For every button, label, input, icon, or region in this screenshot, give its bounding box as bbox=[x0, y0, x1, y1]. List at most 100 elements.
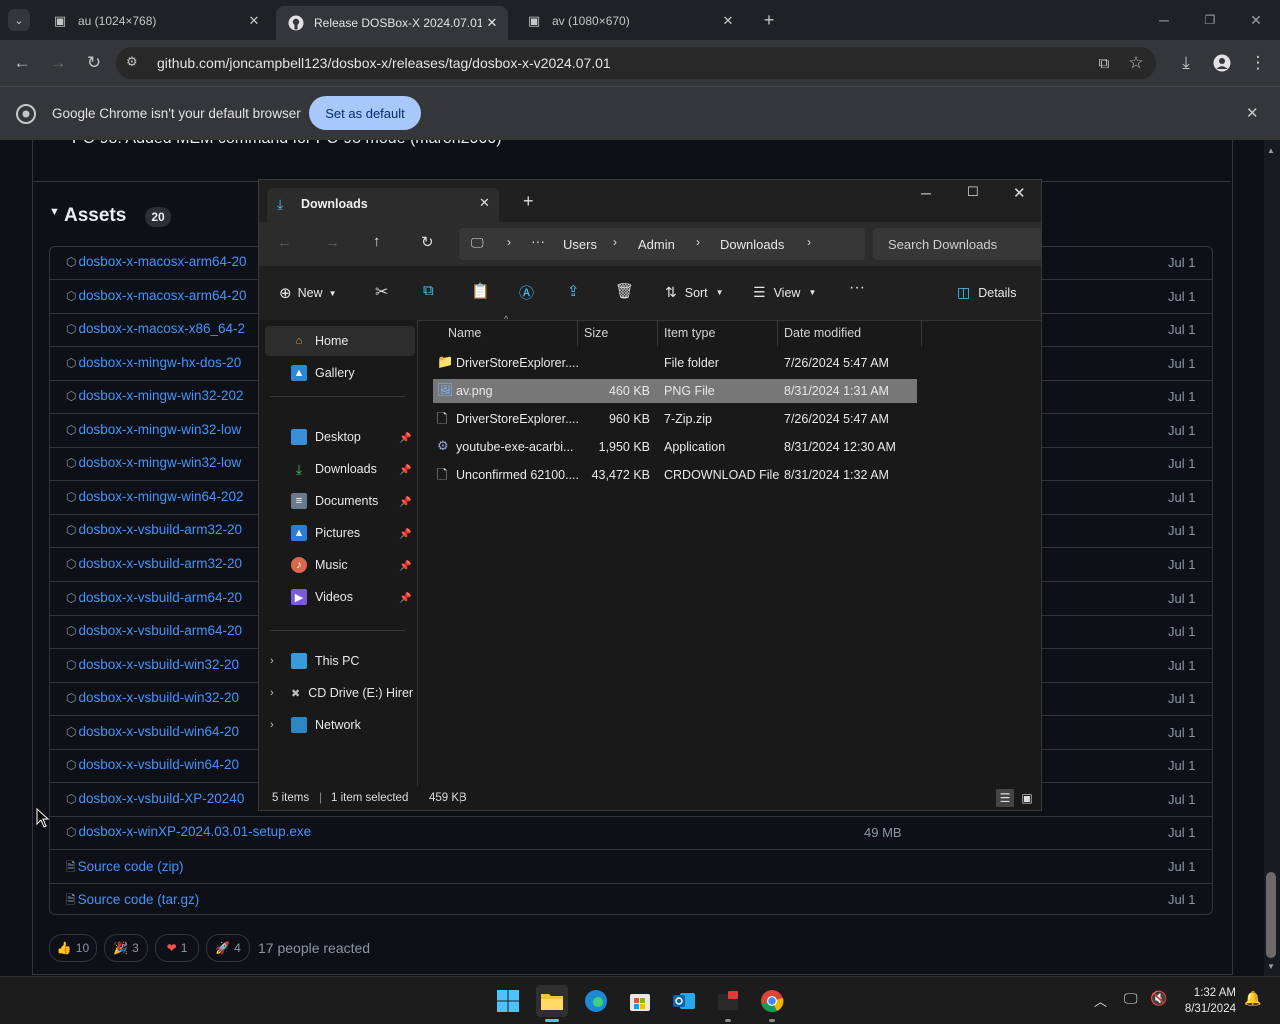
asset-link[interactable]: ⬡ dosbox-x-vsbuild-win32-20 bbox=[66, 690, 239, 705]
reaction-heart[interactable]: ❤ 1 bbox=[155, 934, 199, 962]
page-scrollbar[interactable]: ▲ ▼ bbox=[1264, 140, 1280, 976]
breadcrumb-downloads[interactable]: Downloads bbox=[720, 237, 784, 252]
source-code-link[interactable]: 🗎 Source code (zip) bbox=[66, 858, 183, 879]
explorer-tab[interactable]: ⤓ Downloads ✕ bbox=[267, 188, 499, 222]
minimize-button[interactable]: ─ bbox=[1150, 8, 1178, 32]
asset-link[interactable]: ⬡ dosbox-x-macosx-x86_64-2 bbox=[66, 321, 245, 336]
network-status-icon[interactable]: 🖵 bbox=[1124, 990, 1138, 1007]
column-separator[interactable] bbox=[777, 320, 778, 346]
asset-link[interactable]: ⬡ dosbox-x-vsbuild-XP-20240 bbox=[66, 791, 244, 806]
reaction-rocket[interactable]: 🚀 4 bbox=[206, 934, 250, 962]
new-button[interactable]: ⊕ New ▼ bbox=[279, 284, 337, 302]
close-window-button[interactable]: ✕ bbox=[1242, 8, 1270, 32]
asset-link[interactable]: ⬡ dosbox-x-vsbuild-arm64-20 bbox=[66, 590, 242, 605]
explorer-minimize-button[interactable]: ─ bbox=[921, 185, 931, 201]
tab-search-dropdown[interactable]: ⌄ bbox=[8, 9, 30, 31]
scroll-up-arrow-icon[interactable]: ▲ bbox=[1267, 146, 1275, 155]
site-info-icon[interactable]: ⚙ bbox=[126, 54, 138, 70]
start-button[interactable] bbox=[492, 985, 524, 1017]
nav-music[interactable]: ♪ Music bbox=[291, 557, 348, 573]
tab-au[interactable]: ▣ au (1024×768) ✕ bbox=[40, 6, 270, 36]
asset-link[interactable]: ⬡ dosbox-x-macosx-arm64-20 bbox=[66, 288, 247, 303]
asset-link[interactable]: ⬡ dosbox-x-vsbuild-win64-20 bbox=[66, 724, 239, 739]
view-button[interactable]: ☰ View ▼ bbox=[753, 284, 816, 301]
volume-icon[interactable]: 🔇 bbox=[1150, 990, 1167, 1007]
file-row[interactable]: 🗋 DriverStoreExplorer.... 960 KB 7-Zip.zip 7… bbox=[433, 407, 917, 431]
file-row[interactable]: 📁 DriverStoreExplorer.... File folder 7/26/… bbox=[433, 351, 917, 375]
pin-icon[interactable]: 📌 bbox=[399, 593, 411, 604]
column-header-size[interactable]: Size bbox=[584, 326, 608, 340]
tab-release[interactable]: Release DOSBox-X 2024.07.01 · ✕ bbox=[276, 6, 508, 40]
nav-downloads[interactable]: ⤓ Downloads bbox=[291, 461, 377, 477]
clock[interactable]: 1:32 AM 8/31/2024 bbox=[1168, 985, 1236, 1017]
tab-av[interactable]: ▣ av (1080×670) ✕ bbox=[514, 6, 744, 36]
asset-link[interactable]: ⬡ dosbox-x-winXP-2024.03.01-setup.exe bbox=[66, 824, 311, 839]
explorer-close-button[interactable]: ✕ bbox=[1013, 184, 1026, 202]
asset-link[interactable]: ⬡ dosbox-x-macosx-arm64-20 bbox=[66, 254, 247, 269]
new-tab-button[interactable]: + bbox=[758, 9, 780, 31]
delete-icon[interactable]: 🗑 bbox=[615, 282, 634, 300]
tiles-view-icon[interactable]: ▣ bbox=[1018, 789, 1036, 807]
close-tab-icon[interactable]: ✕ bbox=[479, 195, 490, 211]
reaction-tada[interactable]: 🎉 3 bbox=[104, 934, 148, 962]
breadcrumb-users[interactable]: Users bbox=[563, 237, 597, 252]
share-icon[interactable]: ⇪ bbox=[567, 282, 580, 300]
column-separator[interactable] bbox=[657, 320, 658, 346]
nav-cd-drive[interactable]: ✖ CD Drive (E:) Hiren' bbox=[291, 685, 413, 701]
asset-link[interactable]: ⬡ dosbox-x-vsbuild-arm32-20 bbox=[66, 522, 242, 537]
pin-icon[interactable]: 📌 bbox=[399, 529, 411, 540]
pin-icon[interactable]: 📌 bbox=[399, 497, 411, 508]
file-explorer-taskbar-icon[interactable] bbox=[536, 985, 568, 1022]
show-hidden-icons-chevron-icon[interactable]: ︿ bbox=[1094, 991, 1107, 1010]
scroll-down-arrow-icon[interactable]: ▼ bbox=[1267, 962, 1275, 971]
set-as-default-button[interactable]: Set as default bbox=[309, 96, 421, 130]
file-row[interactable]: 🗋 Unconfirmed 62100.... 43,472 KB CRDOWNLOA… bbox=[433, 463, 917, 487]
details-pane-button[interactable]: ◫ Details bbox=[957, 284, 1016, 301]
explorer-back-button[interactable]: ← bbox=[277, 234, 292, 251]
menu-icon[interactable]: ⋮ bbox=[1246, 51, 1270, 75]
reload-button[interactable]: ↻ bbox=[82, 51, 106, 75]
downloads-icon[interactable]: ⤓ bbox=[1174, 51, 1198, 75]
close-infobar-icon[interactable]: ✕ bbox=[1246, 104, 1259, 122]
asset-link[interactable]: ⬡ dosbox-x-mingw-win32-low bbox=[66, 455, 241, 470]
pin-icon[interactable]: 📌 bbox=[399, 433, 411, 444]
close-icon[interactable]: ✕ bbox=[482, 15, 502, 31]
expand-chevron-icon[interactable]: › bbox=[270, 687, 274, 699]
file-row-selected[interactable]: 🖼 av.png 460 KB PNG File 8/31/2024 1:31 AM bbox=[433, 379, 917, 403]
nav-home[interactable]: ⌂ Home bbox=[291, 333, 349, 349]
media-app-taskbar-icon[interactable] bbox=[712, 985, 744, 1022]
sort-button[interactable]: ⇅ Sort ▼ bbox=[665, 284, 724, 301]
pin-icon[interactable]: 📌 bbox=[399, 561, 411, 572]
nav-documents[interactable]: ≡ Documents bbox=[291, 493, 378, 509]
explorer-address-bar[interactable]: 🖵 › ··· Users › Admin › Downloads › bbox=[459, 228, 865, 260]
column-separator[interactable] bbox=[577, 320, 578, 346]
back-button[interactable]: ← bbox=[10, 51, 34, 75]
asset-link[interactable]: ⬡ dosbox-x-mingw-win32-202 bbox=[66, 388, 244, 403]
nav-desktop[interactable]: Desktop bbox=[291, 429, 361, 445]
column-separator[interactable] bbox=[921, 320, 922, 346]
explorer-up-button[interactable]: ↑ bbox=[373, 233, 381, 250]
explorer-forward-button[interactable]: → bbox=[325, 234, 340, 251]
column-header-type[interactable]: Item type bbox=[664, 326, 715, 340]
assets-heading[interactable]: Assets bbox=[64, 205, 126, 227]
asset-link[interactable]: ⬡ dosbox-x-mingw-win64-202 bbox=[66, 489, 244, 504]
asset-link[interactable]: ⬡ dosbox-x-vsbuild-win32-20 bbox=[66, 657, 239, 672]
rename-icon[interactable]: Ⓐ bbox=[519, 282, 534, 303]
store-taskbar-icon[interactable] bbox=[624, 985, 656, 1017]
column-header-date[interactable]: Date modified bbox=[784, 326, 861, 340]
new-explorer-tab-button[interactable]: + bbox=[523, 191, 534, 212]
chrome-taskbar-icon[interactable] bbox=[756, 985, 788, 1022]
restore-button[interactable]: ❐ bbox=[1196, 8, 1224, 32]
scrollbar-thumb[interactable] bbox=[1266, 872, 1276, 958]
close-icon[interactable]: ✕ bbox=[244, 13, 264, 29]
outlook-taskbar-icon[interactable] bbox=[668, 985, 700, 1017]
asset-link[interactable]: ⬡ dosbox-x-vsbuild-win64-20 bbox=[66, 757, 239, 772]
explorer-search-box[interactable]: Search Downloads bbox=[873, 228, 1041, 260]
explorer-refresh-button[interactable]: ↻ bbox=[421, 233, 434, 251]
nav-gallery[interactable]: ▲ Gallery bbox=[291, 365, 355, 381]
reaction-thumbsup[interactable]: 👍 10 bbox=[49, 934, 97, 962]
nav-pictures[interactable]: ▲ Pictures bbox=[291, 525, 360, 541]
asset-link[interactable]: ⬡ dosbox-x-vsbuild-arm64-20 bbox=[66, 623, 242, 638]
breadcrumb-admin[interactable]: Admin bbox=[638, 237, 675, 252]
pin-icon[interactable]: 📌 bbox=[399, 465, 411, 476]
